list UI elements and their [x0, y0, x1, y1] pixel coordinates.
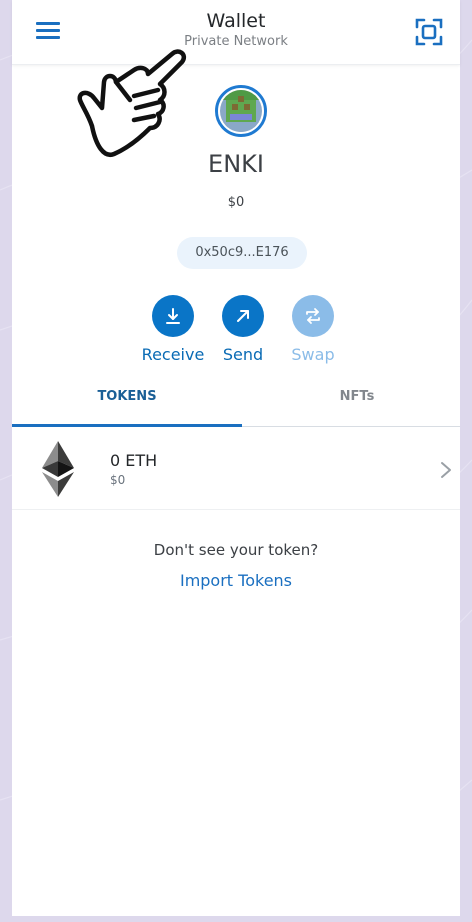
tab-nfts[interactable]: NFTs	[242, 378, 472, 426]
tab-tokens[interactable]: TOKENS	[12, 378, 242, 427]
receive-button[interactable]: Receive	[138, 295, 208, 364]
token-amount: 0 ETH	[110, 451, 158, 470]
swap-icon	[306, 308, 320, 324]
arrow-up-right-icon	[237, 310, 249, 322]
receive-label: Receive	[141, 345, 205, 364]
pointing-hand-icon	[77, 49, 187, 157]
receive-circle	[152, 295, 194, 337]
missing-token-prompt: Don't see your token?	[153, 541, 319, 559]
account-balance: $0	[227, 195, 245, 210]
page-title: Wallet	[206, 10, 266, 32]
send-label: Send	[222, 345, 264, 364]
token-row-eth[interactable]: 0 ETH $0	[12, 427, 460, 510]
download-arrow-icon	[166, 308, 180, 324]
swap-label: Swap	[291, 345, 335, 364]
send-circle	[222, 295, 264, 337]
tab-tokens-label: TOKENS	[97, 389, 157, 404]
tab-nfts-label: NFTs	[339, 389, 375, 404]
import-tokens-link[interactable]: Import Tokens	[12, 571, 460, 590]
asset-tabs: TOKENS NFTs	[12, 378, 460, 427]
qr-scan-icon[interactable]	[414, 17, 444, 47]
token-fiat-value: $0	[110, 473, 126, 487]
chevron-right-icon	[441, 462, 451, 478]
swap-circle	[292, 295, 334, 337]
identicon-avatar	[220, 90, 262, 132]
ethereum-icon	[42, 441, 74, 497]
account-address-copy[interactable]: 0x50c9...E176	[177, 237, 307, 269]
account-avatar[interactable]	[215, 85, 267, 137]
swap-button[interactable]: Swap	[278, 295, 348, 364]
send-button[interactable]: Send	[208, 295, 278, 364]
